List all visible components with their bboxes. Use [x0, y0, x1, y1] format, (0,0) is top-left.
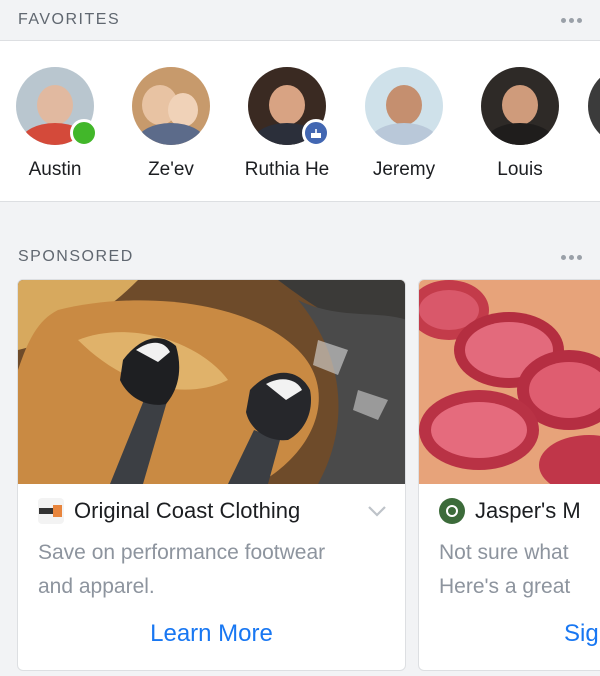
favorite-name: Ze'ev — [148, 159, 194, 180]
favorites-strip: Austin Ze'ev Ruthia He Jeremy Louis — [0, 40, 600, 202]
learn-more-button[interactable]: Learn More — [18, 620, 405, 648]
ad-card-jaspers[interactable]: Jasper's M Not sure what Here's a great … — [418, 279, 600, 671]
favorite-jeremy[interactable]: Jeremy — [349, 67, 459, 181]
ad-description-line: and apparel. — [38, 575, 155, 598]
ad-description-line: Save on performance footwear — [38, 541, 326, 564]
avatar-partial[interactable] — [588, 67, 600, 145]
ad-description-line: Here's a great — [439, 575, 571, 598]
birthday-cake-icon — [302, 119, 330, 147]
avatar-jeremy — [365, 67, 443, 145]
ad-description-line: Not sure what — [439, 541, 569, 564]
ad-brand-name: Original Coast Clothing — [74, 498, 301, 523]
sponsored-title: SPONSORED — [18, 248, 134, 265]
avatar-zeev — [132, 67, 210, 145]
favorite-name: Ruthia He — [244, 159, 330, 180]
ad-image-figs[interactable] — [419, 280, 600, 484]
ad-description: Not sure what Here's a great — [439, 536, 600, 604]
ad-card-original-coast[interactable]: Original Coast Clothing Save on performa… — [17, 279, 406, 671]
favorite-louis[interactable]: Louis — [465, 67, 575, 181]
original-coast-logo-icon — [38, 498, 64, 524]
ad-image-sneakers-on-rock[interactable] — [18, 280, 405, 484]
favorite-zeev[interactable]: Ze'ev — [116, 67, 226, 181]
avatar-louis — [481, 67, 559, 145]
sponsored-header: SPONSORED — [0, 237, 600, 277]
favorites-header: FAVORITES — [0, 0, 600, 40]
favorite-ruthia[interactable]: Ruthia He — [232, 67, 342, 181]
favorite-name: Austin — [28, 159, 82, 180]
favorite-name: Jeremy — [372, 159, 436, 180]
favorite-austin[interactable]: Austin — [0, 67, 110, 181]
sponsored-more-icon[interactable] — [561, 254, 582, 260]
ad-brand-name: Jasper's M — [475, 498, 581, 523]
online-status-icon — [70, 119, 98, 147]
ad-brand-row[interactable]: Original Coast Clothing — [38, 498, 300, 524]
sign-up-button[interactable]: Sig — [564, 620, 600, 648]
ad-description: Save on performance footwear and apparel… — [38, 536, 393, 604]
favorites-title: FAVORITES — [18, 11, 121, 28]
ad-brand-row[interactable]: Jasper's M — [439, 498, 581, 524]
chevron-down-icon[interactable] — [367, 504, 387, 522]
jaspers-logo-icon — [439, 498, 465, 524]
favorites-more-icon[interactable] — [561, 17, 582, 23]
favorite-name: Louis — [497, 159, 543, 180]
